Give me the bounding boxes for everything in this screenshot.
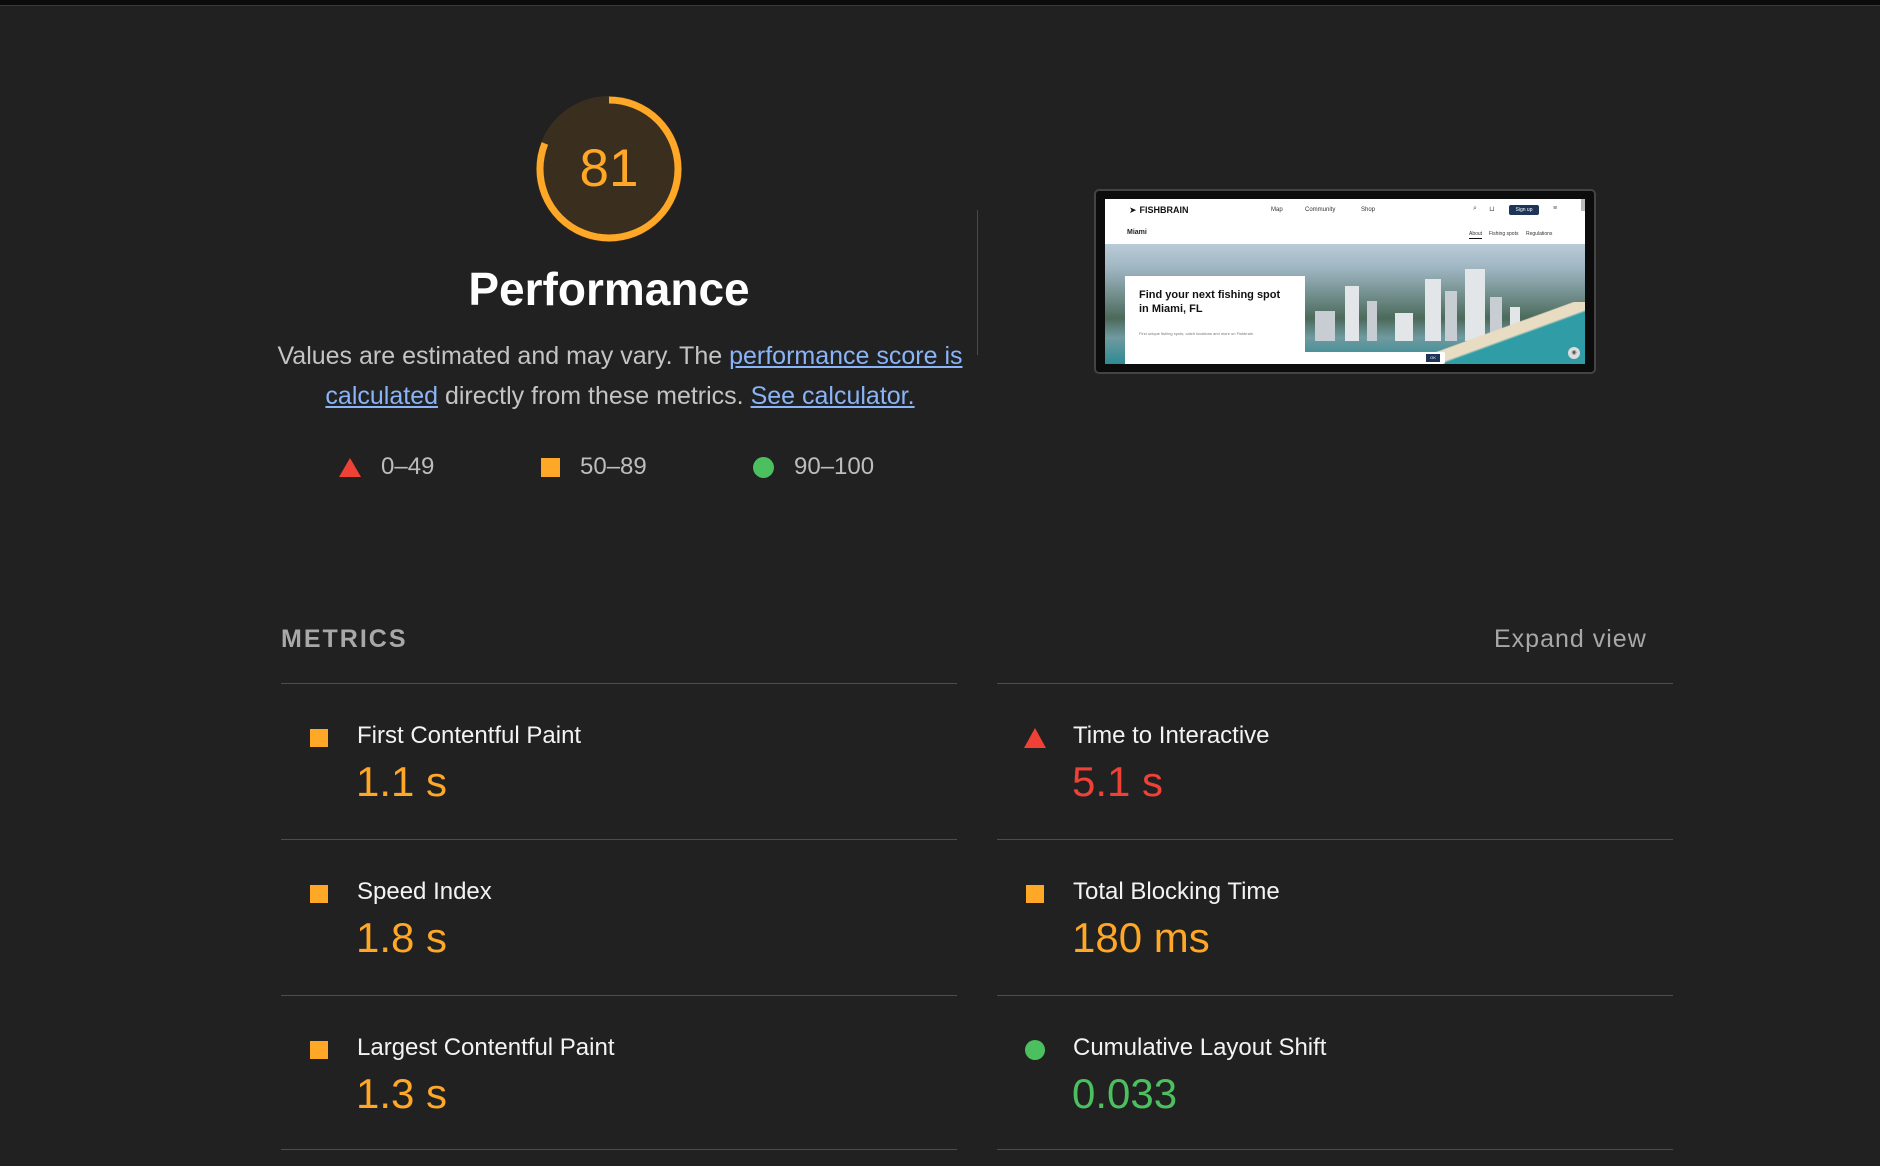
hero-beach (1435, 302, 1585, 364)
site-hero-text: Find unique fishing spots, catch locatio… (1139, 331, 1254, 336)
legend-average-label: 50–89 (580, 453, 647, 480)
metric-label: Total Blocking Time (1073, 878, 1280, 905)
metrics-heading: METRICS (281, 625, 408, 653)
metric-label: Cumulative Layout Shift (1073, 1034, 1327, 1061)
metric-value: 0.033 (1072, 1070, 1178, 1117)
site-signup-button: Sign up (1509, 205, 1539, 215)
category-title: Performance (468, 263, 750, 315)
metrics-divider (997, 1149, 1673, 1150)
metric-value: 1.8 s (356, 914, 448, 961)
screenshot-page: ➤ FISHBRAIN Map Community Shop ⌕ ⊔ Sign u… (1105, 199, 1585, 364)
square-average-icon (310, 1041, 328, 1059)
see-calculator-link[interactable]: See calculator. (751, 382, 915, 410)
site-hero-card: Find your next fishing spot in Miami, FL… (1125, 276, 1305, 364)
square-average-icon (310, 885, 328, 903)
circle-pass-icon (753, 456, 774, 478)
metric-value: 1.3 s (356, 1070, 448, 1117)
final-screenshot-thumbnail[interactable]: ➤ FISHBRAIN Map Community Shop ⌕ ⊔ Sign u… (1094, 189, 1596, 374)
vertical-divider (977, 210, 978, 355)
expand-view-toggle[interactable]: Expand view (1494, 625, 1647, 654)
metric-largest-contentful-paint: Largest Contentful Paint 1.3 s (281, 996, 957, 1151)
site-logo-text: FISHBRAIN (1139, 205, 1189, 215)
metric-total-blocking-time: Total Blocking Time 180 ms (997, 840, 1673, 995)
metric-time-to-interactive: Time to Interactive 5.1 s (997, 684, 1673, 839)
metrics-divider (281, 1149, 957, 1150)
metric-label: Speed Index (357, 878, 492, 905)
site-search-icon: ⌕ (1473, 205, 1477, 212)
metric-label: First Contentful Paint (357, 722, 582, 749)
square-average-icon (541, 457, 560, 477)
site-tab-fishing-spots: Fishing spots (1489, 231, 1519, 237)
score-value: 81 (579, 139, 639, 198)
site-logo: ➤ FISHBRAIN (1129, 205, 1189, 216)
site-tab-about: About (1469, 231, 1483, 239)
top-border (0, 0, 1880, 6)
site-menu-icon: ≡ (1553, 205, 1558, 212)
legend-pass: 90–100 (753, 452, 874, 482)
site-cookie-ok: OK (1426, 354, 1440, 362)
legend-average: 50–89 (541, 452, 647, 482)
legend-fail-label: 0–49 (381, 453, 435, 480)
square-average-icon (310, 729, 328, 747)
triangle-fail-icon (1024, 728, 1046, 748)
site-tab-regulations: Regulations (1526, 231, 1553, 237)
circle-pass-icon (1025, 1040, 1045, 1060)
site-nav-map: Map (1271, 207, 1283, 213)
score-description: Values are estimated and may vary. The p… (275, 336, 965, 416)
square-average-icon (1026, 885, 1044, 903)
metric-speed-index: Speed Index 1.8 s (281, 840, 957, 995)
fish-icon: ➤ (1129, 205, 1137, 215)
site-cookie-banner: OK (1245, 352, 1445, 364)
site-nav-shop: Shop (1361, 207, 1376, 213)
triangle-fail-icon (339, 457, 361, 477)
site-hero-title: Find your next fishing spot in Miami, FL (1139, 289, 1281, 315)
legend-fail: 0–49 (339, 452, 434, 482)
metric-label: Time to Interactive (1073, 722, 1270, 749)
metric-first-contentful-paint: First Contentful Paint 1.1 s (281, 684, 957, 839)
legend-pass-label: 90–100 (794, 453, 875, 480)
metric-value: 180 ms (1072, 914, 1210, 961)
description-text-2: directly from these metrics. (438, 382, 751, 410)
metric-cumulative-layout-shift: Cumulative Layout Shift 0.033 (997, 996, 1673, 1151)
metric-value: 5.1 s (1072, 758, 1164, 805)
site-city: Miami (1127, 229, 1147, 236)
site-chat-icon: ◉ (1568, 347, 1580, 359)
metric-label: Largest Contentful Paint (357, 1034, 615, 1061)
site-scrollbar (1581, 199, 1585, 211)
description-text-1: Values are estimated and may vary. The (277, 342, 730, 370)
site-nav-community: Community (1305, 207, 1336, 213)
site-cart-icon: ⊔ (1489, 206, 1495, 213)
score-gauge: 81 (531, 91, 687, 247)
metric-value: 1.1 s (356, 758, 448, 805)
